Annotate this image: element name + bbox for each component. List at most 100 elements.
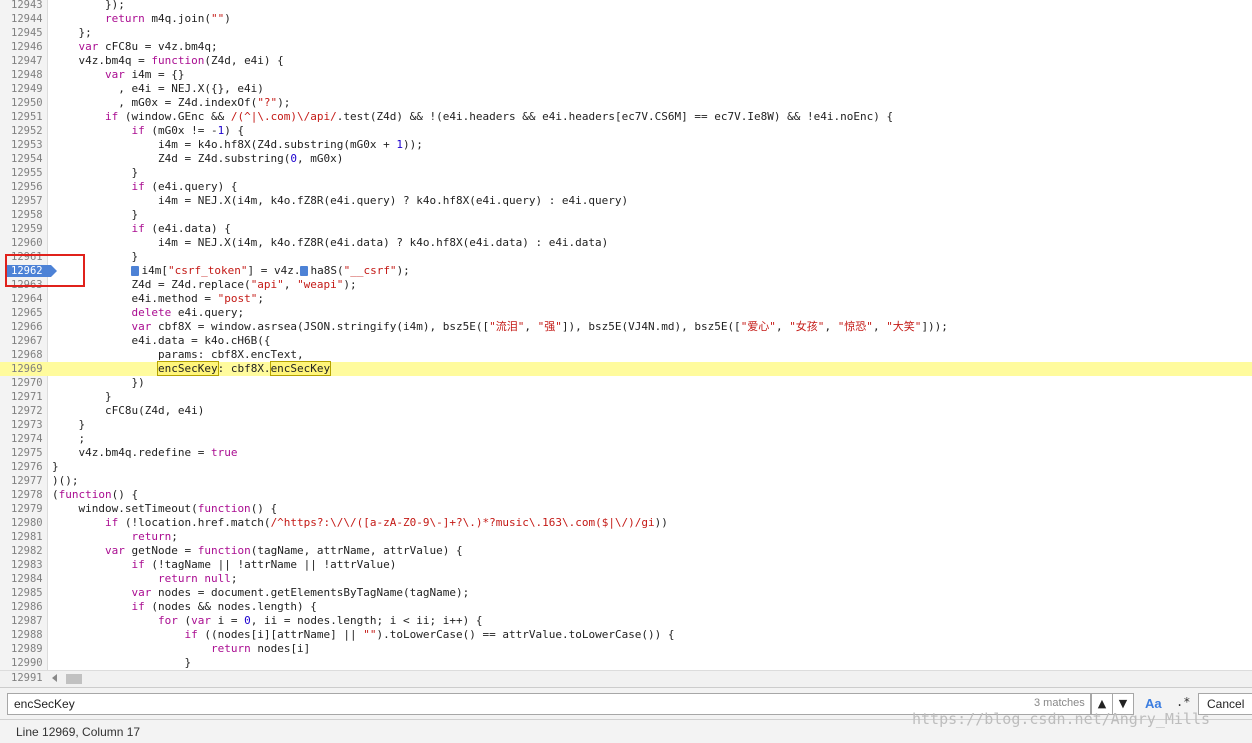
line-number[interactable]: 12980 [0, 516, 45, 530]
code-line[interactable]: 12981 return; [0, 530, 1252, 544]
line-number[interactable]: 12973 [0, 418, 45, 432]
code-line[interactable]: 12972 cFC8u(Z4d, e4i) [0, 404, 1252, 418]
code-line[interactable]: 12953 i4m = k4o.hf8X(Z4d.substring(mG0x … [0, 138, 1252, 152]
code-line[interactable]: 12978 (function() { [0, 488, 1252, 502]
line-number[interactable]: 12987 [0, 614, 45, 628]
line-number[interactable]: 12974 [0, 432, 45, 446]
code-line[interactable]: 12956 if (e4i.query) { [0, 180, 1252, 194]
line-number[interactable]: 12944 [0, 12, 45, 26]
code-line[interactable]: 12970 }) [0, 376, 1252, 390]
code-line[interactable]: 12960 i4m = NEJ.X(i4m, k4o.fZ8R(e4i.data… [0, 236, 1252, 250]
line-number[interactable]: 12948 [0, 68, 45, 82]
code-line[interactable]: 12985 var nodes = document.getElementsBy… [0, 586, 1252, 600]
code-line[interactable]: 12990 } [0, 656, 1252, 670]
line-number[interactable]: 12954 [0, 152, 45, 166]
line-number[interactable]: 12977 [0, 474, 45, 488]
regex-toggle[interactable]: .* [1176, 695, 1190, 709]
line-number[interactable]: 12978 [0, 488, 45, 502]
code-line[interactable]: 12973 } [0, 418, 1252, 432]
code-line[interactable]: 12954 Z4d = Z4d.substring(0, mG0x) [0, 152, 1252, 166]
code-line[interactable]: 12967 e4i.data = k4o.cH6B({ [0, 334, 1252, 348]
code-line[interactable]: 12946 var cFC8u = v4z.bm4q; [0, 40, 1252, 54]
code-line[interactable]: 12975 v4z.bm4q.redefine = true [0, 446, 1252, 460]
code-line[interactable]: 12977)(); [0, 474, 1252, 488]
code-line[interactable]: 12961 } [0, 250, 1252, 264]
code-line[interactable]: 12976} [0, 460, 1252, 474]
line-number[interactable]: 12971 [0, 390, 45, 404]
code-line[interactable]: 12962 i4m["csrf_token"] = v4z. ha8S("__cs… [0, 264, 1252, 278]
line-number[interactable]: 12966 [0, 320, 45, 334]
code-line[interactable]: 12958 } [0, 208, 1252, 222]
code-line[interactable]: 12944 return m4q.join("") [0, 12, 1252, 26]
code-line[interactable]: 12982 var getNode = function(tagName, at… [0, 544, 1252, 558]
line-number[interactable]: 12945 [0, 26, 45, 40]
line-number[interactable]: 12960 [0, 236, 45, 250]
line-number[interactable]: 12983 [0, 558, 45, 572]
line-number[interactable]: 12979 [0, 502, 45, 516]
source-editor[interactable]: 12943 }); 12944 return m4q.join("") 12945 … [0, 0, 1252, 670]
line-number[interactable]: 12984 [0, 572, 45, 586]
code-line[interactable]: 12966 var cbf8X = window.asrsea(JSON.str… [0, 320, 1252, 334]
code-line[interactable]: 12979 window.setTimeout(function() { [0, 502, 1252, 516]
line-number[interactable]: 12989 [0, 642, 45, 656]
code-line[interactable]: 12945 }; [0, 26, 1252, 40]
code-line[interactable]: 12948 var i4m = {} [0, 68, 1252, 82]
code-line[interactable]: 12983 if (!tagName || !attrName || !attr… [0, 558, 1252, 572]
line-number[interactable]: 12964 [0, 292, 45, 306]
code-line[interactable]: 12951 if (window.GEnc && /(^|\.com)\/api… [0, 110, 1252, 124]
line-number[interactable]: 12976 [0, 460, 45, 474]
line-number[interactable]: 12951 [0, 110, 45, 124]
line-number[interactable]: 12946 [0, 40, 45, 54]
line-number[interactable]: 12950 [0, 96, 45, 110]
line-number[interactable]: 12982 [0, 544, 45, 558]
code-line[interactable]: 12943 }); [0, 0, 1252, 12]
code-line[interactable]: 12947 v4z.bm4q = function(Z4d, e4i) { [0, 54, 1252, 68]
code-line[interactable]: 12957 i4m = NEJ.X(i4m, k4o.fZ8R(e4i.quer… [0, 194, 1252, 208]
line-number[interactable]: 12990 [0, 656, 45, 670]
line-number[interactable]: 12956 [0, 180, 45, 194]
line-number[interactable]: 12968 [0, 348, 45, 362]
line-number[interactable]: 12969 [0, 362, 45, 376]
line-number[interactable]: 12949 [0, 82, 45, 96]
code-line[interactable]: 12968 params: cbf8X.encText, [0, 348, 1252, 362]
code-line[interactable]: 12952 if (mG0x != -1) { [0, 124, 1252, 138]
line-number[interactable]: 12952 [0, 124, 45, 138]
code-line[interactable]: 12971 } [0, 390, 1252, 404]
code-line[interactable]: 12989 return nodes[i] [0, 642, 1252, 656]
code-line[interactable]: 12965 delete e4i.query; [0, 306, 1252, 320]
code-line[interactable]: 12974 ; [0, 432, 1252, 446]
code-line[interactable]: 12988 if ((nodes[i][attrName] || "").toL… [0, 628, 1252, 642]
line-number[interactable]: 12955 [0, 166, 45, 180]
code-line[interactable]: 12959 if (e4i.data) { [0, 222, 1252, 236]
line-number[interactable]: 12986 [0, 600, 45, 614]
line-number[interactable]: 12967 [0, 334, 45, 348]
scroll-left-icon[interactable] [52, 674, 57, 682]
code-text: params: cbf8X.encText, [52, 348, 304, 361]
line-number[interactable]: 12988 [0, 628, 45, 642]
code-line[interactable]: 12984 return null; [0, 572, 1252, 586]
line-number[interactable]: 12958 [0, 208, 45, 222]
match-case-toggle[interactable]: Aa [1145, 696, 1162, 711]
code-line[interactable]: 12963 Z4d = Z4d.replace("api", "weapi"); [0, 278, 1252, 292]
code-line[interactable]: 12949 , e4i = NEJ.X({}, e4i) [0, 82, 1252, 96]
code-line[interactable]: 12964 e4i.method = "post"; [0, 292, 1252, 306]
line-number[interactable]: 12953 [0, 138, 45, 152]
current-execution-line[interactable]: 12969 encSecKey: cbf8X.encSecKey [0, 361, 1252, 376]
line-number[interactable]: 12943 [0, 0, 45, 12]
code-line[interactable]: 12950 , mG0x = Z4d.indexOf("?"); [0, 96, 1252, 110]
code-line[interactable]: 12955 } [0, 166, 1252, 180]
code-line[interactable]: 12987 for (var i = 0, ii = nodes.length;… [0, 614, 1252, 628]
line-number[interactable]: 12959 [0, 222, 45, 236]
line-number[interactable]: 12975 [0, 446, 45, 460]
scrollbar-thumb[interactable] [66, 674, 82, 684]
code-line[interactable]: 12986 if (nodes && nodes.length) { [0, 600, 1252, 614]
line-number[interactable]: 12985 [0, 586, 45, 600]
line-number[interactable]: 12947 [0, 54, 45, 68]
code-line[interactable]: 12980 if (!location.href.match(/^https?:… [0, 516, 1252, 530]
horizontal-scrollbar[interactable]: 12991 [0, 670, 1252, 687]
line-number[interactable]: 12965 [0, 306, 45, 320]
line-number[interactable]: 12981 [0, 530, 45, 544]
line-number[interactable]: 12970 [0, 376, 45, 390]
line-number[interactable]: 12957 [0, 194, 45, 208]
line-number[interactable]: 12972 [0, 404, 45, 418]
